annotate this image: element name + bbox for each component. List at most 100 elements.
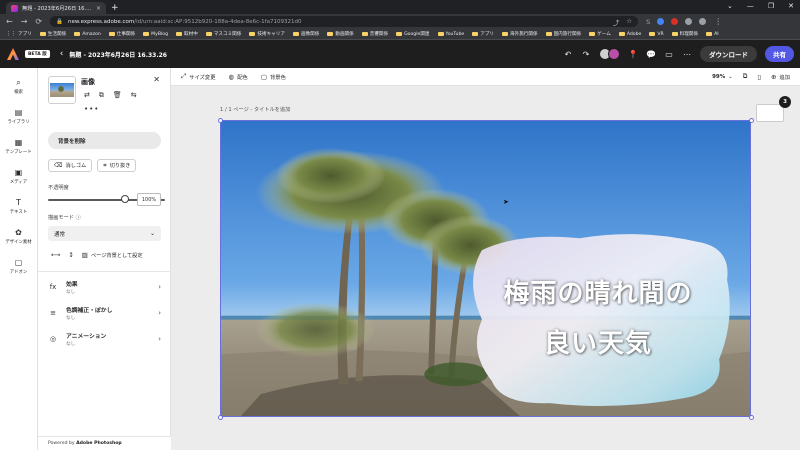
- present-icon[interactable]: ▭: [664, 50, 674, 59]
- headline-line-1[interactable]: 梅雨の晴れ間の: [483, 273, 713, 310]
- extension-icon[interactable]: S: [646, 18, 650, 26]
- delete-icon[interactable]: 🗑: [113, 91, 122, 100]
- property-adjustments[interactable]: ≡ 色調補正・ぼかし なし ›: [48, 302, 161, 324]
- bookmark-item[interactable]: 料理関係: [671, 31, 698, 37]
- rail-item-templates[interactable]: ▦ テンプレート: [0, 132, 37, 162]
- property-animation[interactable]: ◎ アニメーション なし ›: [48, 328, 161, 350]
- redo-icon[interactable]: ↷: [581, 50, 591, 59]
- bookmark-item[interactable]: 動画関係: [327, 31, 354, 37]
- beach-palm-photo[interactable]: [221, 121, 750, 416]
- resize-handle-top-left[interactable]: [218, 118, 223, 123]
- extension-icon[interactable]: [699, 18, 707, 25]
- browser-tab[interactable]: 無題 - 2023年6月26日 16.33.26 ×: [6, 2, 106, 14]
- bookmark-item[interactable]: 取材中: [176, 31, 198, 37]
- background-image-icon: ▨: [81, 251, 88, 259]
- document-title[interactable]: 無題 - 2023年6月26日 16.33.26: [69, 50, 167, 59]
- bookmark-item[interactable]: 生活関係: [39, 31, 66, 37]
- artboard[interactable]: 梅雨の晴れ間の 良い天気: [220, 120, 751, 417]
- bookmark-item[interactable]: アプリ: [472, 31, 494, 37]
- folder-icon: [292, 31, 299, 37]
- rail-item-text[interactable]: T テキスト: [0, 192, 37, 222]
- new-tab-button[interactable]: +: [111, 3, 119, 13]
- blend-mode-select[interactable]: 通常 ⌄: [48, 226, 161, 241]
- back-chevron-icon[interactable]: ‹: [60, 49, 64, 59]
- bookmark-item[interactable]: Adobe: [618, 32, 641, 37]
- adobe-express-logo-icon[interactable]: [6, 47, 20, 61]
- folder-icon: [108, 31, 115, 37]
- eraser-button[interactable]: ⌫ 消しゴム: [48, 159, 93, 172]
- background-color-button[interactable]: ▢ 背景色: [261, 73, 286, 81]
- minimize-button[interactable]: —: [747, 2, 754, 10]
- location-pin-icon[interactable]: 📍: [628, 50, 638, 59]
- reload-icon[interactable]: ⟳: [35, 17, 42, 26]
- bookmark-item[interactable]: ⋮⋮ アプリ: [6, 31, 32, 37]
- bookmark-item[interactable]: 海外旅行関係: [502, 31, 538, 37]
- duplicate-icon[interactable]: ⧉: [99, 91, 104, 100]
- page-title[interactable]: 1 / 1 ページ - タイトルを追加: [220, 106, 290, 113]
- color-scheme-button[interactable]: ◍ 配色: [229, 73, 248, 81]
- app-header: BETA 版 ‹ 無題 - 2023年6月26日 16.33.26 ↶ ↷ 📍 …: [0, 40, 800, 68]
- bookmark-item[interactable]: AI: [706, 32, 719, 37]
- bookmark-item[interactable]: 仕事関係: [108, 31, 135, 37]
- flip-horizontal-icon[interactable]: ⟷: [51, 251, 60, 259]
- back-icon[interactable]: ←: [6, 17, 13, 26]
- add-page-button[interactable]: ⊕ 追加: [771, 73, 790, 81]
- crop-button[interactable]: ⌗ 切り抜き: [97, 159, 137, 172]
- download-button[interactable]: ダウンロード: [700, 46, 757, 62]
- more-icon[interactable]: ⋯: [682, 50, 692, 59]
- undo-icon[interactable]: ↶: [563, 50, 573, 59]
- swap-icon[interactable]: ⇆: [131, 91, 137, 100]
- resize-handle-top-right[interactable]: [749, 118, 754, 123]
- rail-item-media[interactable]: ▣ メディア: [0, 162, 37, 192]
- extension-icon[interactable]: [685, 18, 693, 25]
- rail-item-design-assets[interactable]: ✿ デザイン素材: [0, 222, 37, 252]
- pages-icon[interactable]: ⧉: [743, 72, 748, 81]
- opacity-slider-handle[interactable]: [121, 195, 129, 203]
- comment-icon[interactable]: 💬: [646, 50, 656, 59]
- close-icon[interactable]: ✕: [153, 75, 160, 84]
- tab-search-icon[interactable]: ⌄: [727, 2, 733, 10]
- resize-handle-bottom-left[interactable]: [218, 415, 223, 420]
- pages-panel-icon[interactable]: ▯: [757, 73, 761, 81]
- property-effects[interactable]: fx 効果 なし ›: [48, 276, 161, 298]
- headline-line-2[interactable]: 良い天気: [483, 323, 713, 360]
- bookmark-item[interactable]: ゲーム: [589, 31, 611, 37]
- bookmark-star-icon[interactable]: ☆: [626, 17, 632, 27]
- forward-icon[interactable]: →: [21, 17, 28, 26]
- close-window-button[interactable]: ✕: [788, 2, 794, 10]
- resize-handle-bottom-right[interactable]: [749, 415, 754, 420]
- browser-menu-icon[interactable]: ⋮: [714, 17, 722, 26]
- share-page-icon[interactable]: ⤴: [613, 17, 620, 27]
- replace-icon[interactable]: ⇄: [84, 91, 90, 100]
- rail-item-library[interactable]: ▤ ライブラリ: [0, 102, 37, 132]
- collaborator-avatars[interactable]: [599, 48, 620, 60]
- zoom-control[interactable]: 99% ⌄: [712, 74, 733, 80]
- bookmark-item[interactable]: YouTube: [437, 32, 464, 37]
- bookmark-item[interactable]: 国内旅行関係: [545, 31, 581, 37]
- remove-background-button[interactable]: 背景を削除: [48, 132, 161, 149]
- rail-item-addons[interactable]: ▢ アドオン: [0, 252, 37, 282]
- bookmark-item[interactable]: MyBlog: [143, 32, 168, 37]
- url-input[interactable]: 🔒 new.express.adobe.com/id/urn:aaid:sc:A…: [50, 16, 639, 27]
- bookmark-item[interactable]: VR: [649, 32, 664, 37]
- more-options-icon[interactable]: •••: [84, 105, 99, 113]
- extension-icon[interactable]: [671, 18, 679, 25]
- page-count-badge[interactable]: 3: [779, 96, 791, 108]
- extension-icon[interactable]: [657, 18, 665, 25]
- bookmark-item[interactable]: Amazon: [74, 32, 101, 37]
- bookmark-item[interactable]: 音響関係: [361, 31, 388, 37]
- tab-close-icon[interactable]: ×: [96, 5, 101, 12]
- rail-item-search[interactable]: ⌕ 検索: [0, 72, 37, 102]
- opacity-value-input[interactable]: 100%: [137, 193, 161, 206]
- share-button[interactable]: 共有: [765, 46, 794, 62]
- resize-button[interactable]: ⤢ サイズ変更: [181, 72, 216, 81]
- bookmark-item[interactable]: マスコミ関係: [205, 31, 241, 37]
- bookmark-item[interactable]: 画像関係: [292, 31, 319, 37]
- image-thumbnail[interactable]: [48, 76, 76, 104]
- set-as-background-button[interactable]: ▨ ページ背景として設定: [82, 251, 143, 259]
- page-thumbnail[interactable]: [756, 104, 784, 122]
- maximize-button[interactable]: ❐: [768, 2, 774, 10]
- bookmark-item[interactable]: 技術キャリア: [249, 31, 285, 37]
- flip-vertical-icon[interactable]: ↕: [68, 251, 73, 259]
- bookmark-item[interactable]: Google関連: [396, 31, 430, 37]
